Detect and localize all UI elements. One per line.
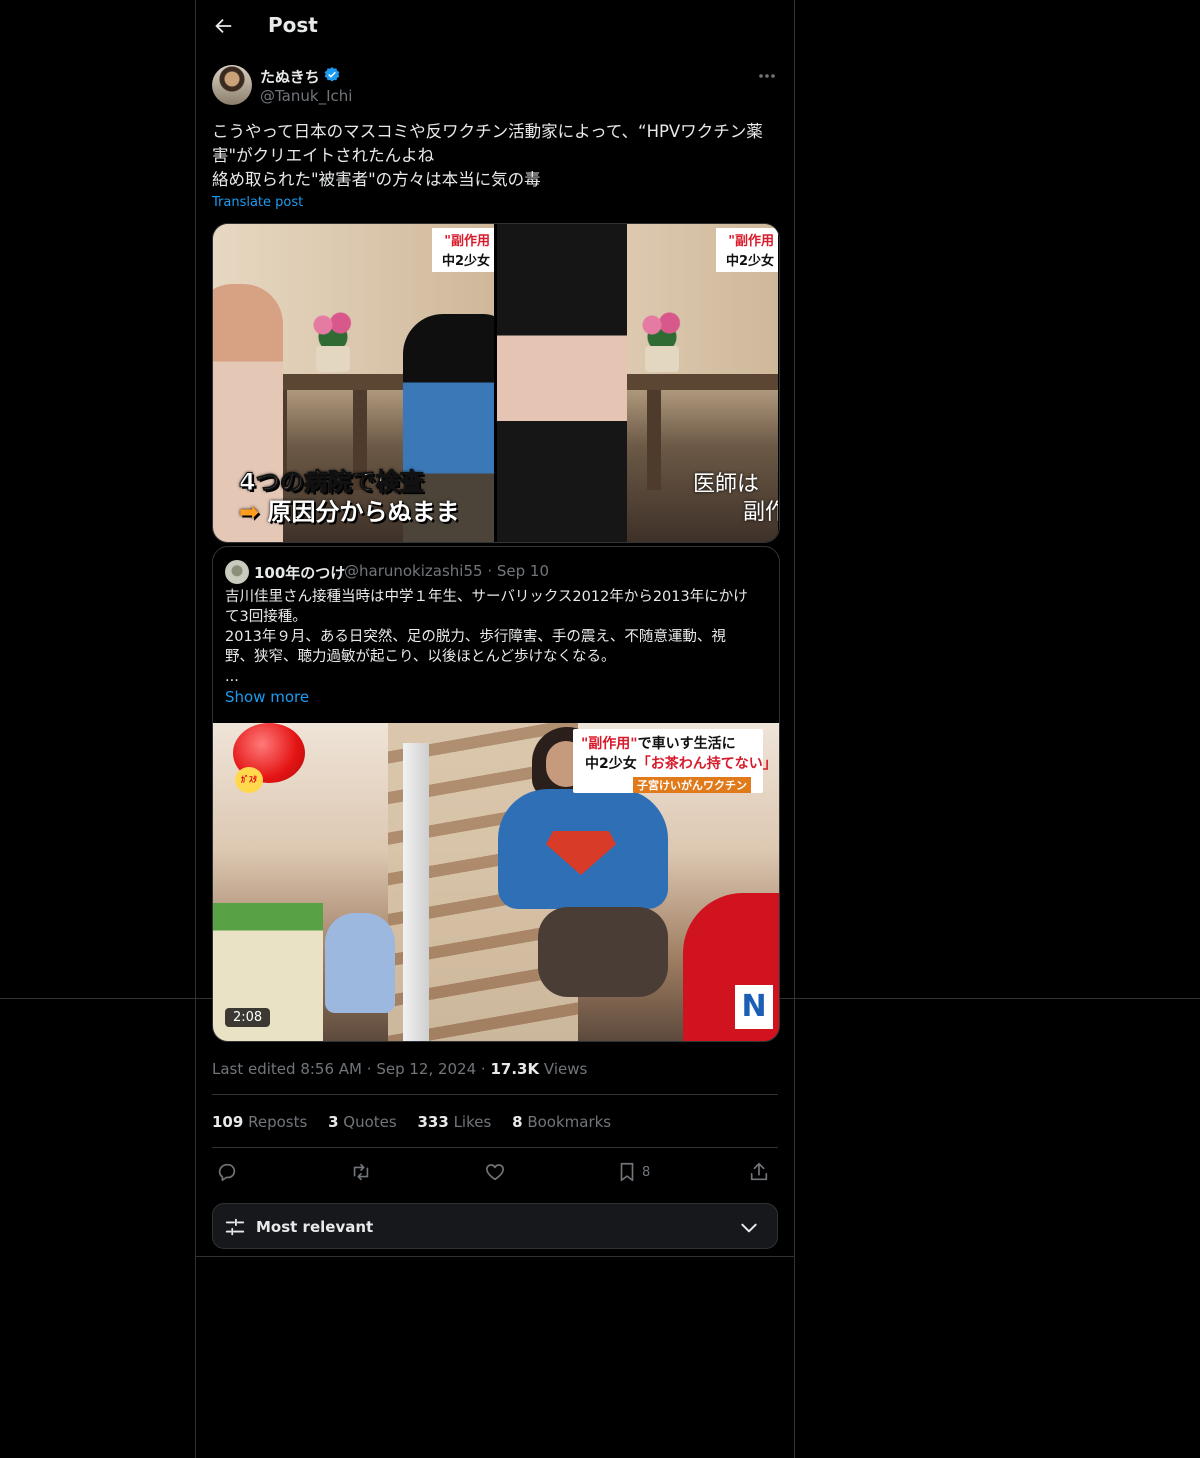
- divider: [212, 1094, 778, 1095]
- broadcaster-logo: N: [735, 985, 773, 1029]
- chevron-down-icon: [741, 1223, 757, 1233]
- subtitle-line: ➡ 原因分からぬまま: [239, 492, 459, 527]
- main-column: Post たぬきち @Tanuk_Ichi こうやって日本のマスコミや反ワクチン…: [195, 0, 795, 1458]
- like-button[interactable]: [484, 1160, 506, 1184]
- page-title: Post: [268, 13, 318, 37]
- top-bar: Post: [196, 0, 794, 53]
- subtitle-text: 原因分からぬまま: [267, 498, 460, 526]
- heart-icon: [485, 1164, 505, 1181]
- translate-post-link[interactable]: Translate post: [212, 195, 303, 210]
- caption-top: "副作用: [444, 234, 490, 249]
- post-meta: Last edited 8:56 AM · Sep 12, 2024 · 17.…: [212, 1060, 588, 1078]
- reposts-stat[interactable]: 109 Reposts: [212, 1113, 307, 1131]
- divider: [212, 1147, 778, 1148]
- quoted-author-name: 100年のつけ: [254, 564, 346, 582]
- author-name[interactable]: たぬきち: [260, 66, 320, 87]
- post-date[interactable]: Sep 12, 2024: [376, 1060, 476, 1078]
- reply-button[interactable]: [216, 1160, 238, 1184]
- quoted-text-line: ...: [225, 669, 239, 685]
- media-image-left[interactable]: "副作用 中2少女 4つの病院で検査 ➡ 原因分からぬまま: [213, 224, 494, 542]
- video-caption-line: 中2少女「お茶わん持てない」: [585, 756, 777, 772]
- quoted-author-meta: @harunokizashi55 · Sep 10: [344, 562, 550, 580]
- video-duration: 2:08: [225, 1008, 271, 1027]
- quotes-stat[interactable]: 3 Quotes: [328, 1113, 397, 1131]
- show-more-link[interactable]: Show more: [225, 688, 309, 706]
- post-text-line: こうやって日本のマスコミや反ワクチン活動家によって、“HPVワクチン薬: [212, 122, 763, 141]
- bookmark-count: 8: [642, 1164, 651, 1180]
- quoted-post-text: 吉川佳里さん接種当時は中学１年生、サーバリックス2012年から2013年にかけ …: [225, 587, 765, 687]
- media-image-right[interactable]: "副作用 中2少女 医師は 副作: [497, 224, 778, 542]
- edited-time[interactable]: Last edited 8:56 AM: [212, 1060, 362, 1078]
- post-text: こうやって日本のマスコミや反ワクチン活動家によって、“HPVワクチン薬 害"がク…: [212, 120, 782, 192]
- sliders-icon: [225, 1218, 245, 1236]
- caption-bottom: 中2少女: [441, 254, 490, 269]
- quoted-text-line: 吉川佳里さん接種当時は中学１年生、サーバリックス2012年から2013年にかけ: [225, 589, 748, 605]
- bookmarks-stat[interactable]: 8 Bookmarks: [512, 1113, 611, 1131]
- sort-label: Most relevant: [256, 1218, 374, 1236]
- more-options-icon[interactable]: [752, 66, 782, 86]
- verified-badge-icon: [324, 67, 340, 82]
- bookmark-icon: [620, 1162, 634, 1182]
- author-handle[interactable]: @Tanuk_Ichi: [260, 87, 352, 105]
- caption-top: "副作用: [728, 234, 774, 249]
- quoted-text-line: て3回接種。: [225, 609, 307, 625]
- author-avatar[interactable]: [212, 65, 252, 105]
- quoted-post-date: Sep 10: [496, 562, 550, 580]
- quoted-post[interactable]: 100年のつけ @harunokizashi55 · Sep 10 吉川佳里さん…: [212, 546, 780, 1042]
- reply-icon: [218, 1163, 236, 1182]
- repost-icon: [353, 1163, 369, 1181]
- likes-stat[interactable]: 333 Likes: [417, 1113, 491, 1131]
- video-caption-tag: 子宮けいがんワクチン: [633, 777, 751, 793]
- video-caption-line: "副作用"で車いす生活に: [581, 736, 736, 752]
- quoted-text-line: 野、狭窄、聴力過敏が起こり、以後ほとんど歩けなくなる。: [225, 649, 616, 665]
- quoted-author-avatar: [225, 560, 249, 584]
- quoted-video[interactable]: ｶﾞｽﾀ "副作用"で車いす生活に 中2少女「お茶わん持てない」 子宮けいがんワ…: [213, 723, 779, 1041]
- action-bar: 8: [212, 1160, 778, 1186]
- share-button[interactable]: [748, 1160, 770, 1184]
- repost-button[interactable]: [350, 1160, 372, 1184]
- views-label: Views: [543, 1060, 588, 1078]
- back-arrow-icon[interactable]: [212, 15, 234, 37]
- post-text-line: 絡め取られた"被害者"の方々は本当に気の毒: [212, 170, 541, 189]
- quoted-author-handle: @harunokizashi55: [344, 562, 483, 580]
- post-text-line: 害"がクリエイトされたんよね: [212, 146, 435, 165]
- caption-bottom: 中2少女: [725, 254, 774, 269]
- reply-sort-dropdown[interactable]: Most relevant: [212, 1203, 778, 1249]
- share-icon: [750, 1162, 768, 1181]
- quoted-text-line: 2013年９月、ある日突然、足の脱力、歩行障害、手の震え、不随意運動、視: [225, 629, 726, 645]
- arrow-glyph: ➡: [239, 498, 260, 526]
- column-divider: [196, 1256, 794, 1257]
- video-tag: ｶﾞｽﾀ: [235, 767, 263, 793]
- bookmark-button[interactable]: 8: [616, 1160, 650, 1184]
- subtitle-line: 副作: [743, 500, 778, 525]
- views-count: 17.3K: [490, 1060, 540, 1078]
- post-media[interactable]: "副作用 中2少女 4つの病院で検査 ➡ 原因分からぬまま "副作用 中2少女 …: [212, 223, 780, 543]
- engagement-stats: 109 Reposts 3 Quotes 333 Likes 8 Bookmar…: [212, 1113, 627, 1131]
